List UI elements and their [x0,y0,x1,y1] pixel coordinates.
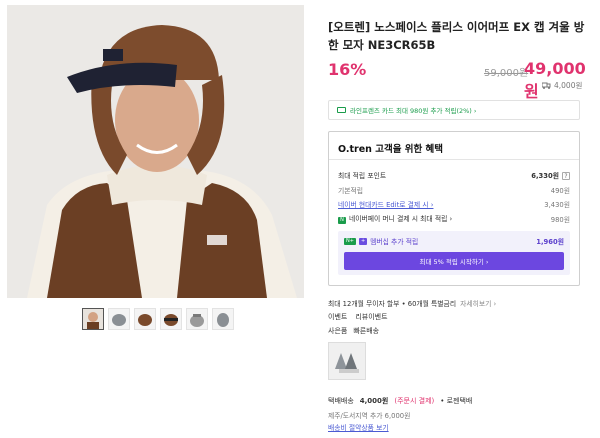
installment-more-link[interactable]: 자세히보기 › [460,300,496,308]
npay-points-value: 980원 [550,215,570,224]
basic-points-row: 기본적립 490원 [338,185,570,195]
membership-start-button[interactable]: 최대 5% 적립 시작하기 › [344,252,564,270]
shipping-note: (주문시 결제) [394,397,435,405]
thumbnail-3[interactable] [134,308,156,330]
card-points-value: 3,430원 [544,201,570,209]
divider [329,159,579,160]
thumbnail-4[interactable] [160,308,182,330]
jeju-extra-fee: 제주/도서지역 추가 6,000원 [328,412,411,420]
tag-review-event: 리뷰이벤트 [355,313,388,321]
product-main-image[interactable] [7,5,304,298]
tag-fast-delivery: 빠른배송 [353,327,380,335]
membership-n-badge: N+ [344,237,356,245]
tag-event: 이벤트 [328,313,348,321]
membership-plus-badge: + [358,237,368,245]
max-points-label: 최대 적립 포인트 [338,172,387,180]
product-title: [오트렌] 노스페이스 플리스 이어머프 EX 캡 겨울 방한 모자 NE3CR… [328,20,585,52]
thumbnail-1[interactable] [82,308,104,330]
shipping-fee-text: 4,000원 [554,81,583,90]
basic-points-value: 490원 [550,187,570,195]
benefit-box: O.tren 고객을 위한 혜택 최대 적립 포인트 6,330원? 기본적립 … [328,131,580,286]
thumbnail-5[interactable] [186,308,208,330]
shipping-fee: 4,000원 [359,397,389,405]
event-tags: 이벤트 리뷰이벤트 [328,312,388,322]
truck-icon [542,82,551,89]
tag-gift: 사은품 [328,327,348,335]
membership-value: 1,960원 [536,238,564,246]
card-promo-banner[interactable]: 라인프렌즈 카드 최대 980원 추가 적립(2%) › [328,100,580,120]
original-price: 59,000원 [484,68,529,79]
thumbnail-2[interactable] [108,308,130,330]
product-page: [오트렌] 노스페이스 플리스 이어머프 EX 캡 겨울 방한 모자 NE3CR… [0,0,600,438]
installment-info: 최대 12개월 무이자 할부 • 60개월 특별금리 자세히보기 › [328,298,496,308]
shipping-save-link[interactable]: 배송비 절약상품 보기 [328,422,389,432]
npay-points-row: N 네이버페이 머니 결제 시 최대 적립 › 980원 [338,213,570,224]
discount-rate: 16% [328,60,367,79]
thumbnail-6[interactable] [212,308,234,330]
card-points-row: 네이버 현대카드 Edit로 결제 시 › 3,430원 [338,199,570,209]
membership-row: N+ + 멤버십 추가 적립 1,960원 [344,236,564,246]
card-promo-text: 라인프렌즈 카드 최대 980원 추가 적립(2%) › [350,107,477,115]
benefit-title: O.tren 고객을 위한 혜택 [338,144,444,155]
gift-thumbnail[interactable] [328,342,366,380]
shipping-carrier: • 로젠택배 [440,397,473,405]
card-points-link[interactable]: 네이버 현대카드 Edit로 결제 시 › [338,199,433,209]
gift-tags: 사은품 빠른배송 [328,326,379,336]
max-points-value: 6,330원 [531,172,559,180]
shipping-fee-summary: 4,000원 [542,80,582,91]
shipping-info: 택배배송 4,000원 (주문시 결제) • 로젠택배 [328,396,472,406]
basic-points-label: 기본적립 [338,187,364,195]
membership-box: N+ + 멤버십 추가 적립 1,960원 최대 5% 적립 시작하기 › [338,231,570,275]
thumbnail-strip [82,308,234,330]
card-icon [337,107,346,113]
installment-text: 최대 12개월 무이자 할부 • 60개월 특별금리 [328,300,457,308]
help-icon[interactable]: ? [562,172,570,180]
max-points-row: 최대 적립 포인트 6,330원? [338,170,570,180]
npay-icon: N [338,217,346,224]
npay-points-label[interactable]: 네이버페이 머니 결제 시 최대 적립 › [349,215,452,223]
membership-label: 멤버십 추가 적립 [370,238,419,246]
shipping-label: 택배배송 [328,397,354,405]
